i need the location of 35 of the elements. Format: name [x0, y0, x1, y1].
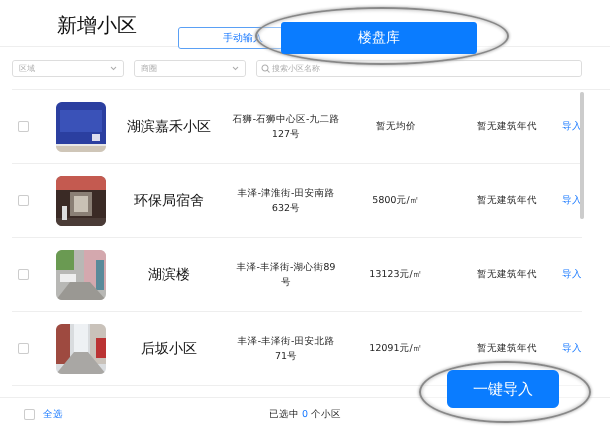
- chevron-down-icon: [110, 66, 117, 71]
- community-name: 环保局宿舍: [133, 192, 205, 210]
- address-text: 丰泽-丰泽街-田安北路71号: [236, 334, 336, 364]
- page-title: 新增小区: [56, 12, 138, 39]
- community-name: 后坂小区: [140, 340, 198, 358]
- search-field[interactable]: 搜索小区名称: [256, 60, 582, 77]
- chevron-down-icon: [232, 66, 239, 71]
- checkbox[interactable]: [24, 408, 35, 420]
- select-all-link[interactable]: 全选: [43, 408, 63, 420]
- build-year-text: 暂无建筑年代: [476, 194, 538, 207]
- checkbox[interactable]: [18, 269, 28, 280]
- checkbox[interactable]: [18, 121, 28, 132]
- price-text: 13123元/㎡: [368, 268, 424, 281]
- checkbox[interactable]: [18, 343, 28, 354]
- import-link[interactable]: 导入: [562, 342, 582, 355]
- address-text: 丰泽-津淮街-田安南路632号: [236, 186, 336, 216]
- selected-count-text: 已选中 0 个小区: [268, 408, 342, 420]
- community-name: 湖滨嘉禾小区: [126, 118, 212, 136]
- community-name: 湖滨楼: [147, 266, 191, 284]
- scrollbar[interactable]: [580, 92, 584, 219]
- build-year-text: 暂无建筑年代: [476, 342, 538, 355]
- build-year-text: 暂无建筑年代: [476, 120, 538, 133]
- address-text: 石狮-石狮中心区-九二路127号: [232, 112, 340, 142]
- search-icon: [261, 64, 270, 73]
- import-link[interactable]: 导入: [562, 268, 582, 281]
- price-text: 12091元/㎡: [368, 342, 424, 355]
- build-year-text: 暂无建筑年代: [476, 268, 538, 281]
- select-field[interactable]: 区域: [12, 60, 124, 77]
- checkbox[interactable]: [18, 195, 28, 206]
- import-all-button[interactable]: 一键导入: [447, 370, 559, 408]
- address-text: 丰泽-丰泽街-湖心街89号: [236, 260, 336, 290]
- price-text: 5800元/㎡: [371, 194, 421, 207]
- select-field[interactable]: 商圈: [134, 60, 246, 77]
- tab[interactable]: 楼盘库: [281, 22, 477, 54]
- price-text: 暂无均价: [375, 120, 417, 133]
